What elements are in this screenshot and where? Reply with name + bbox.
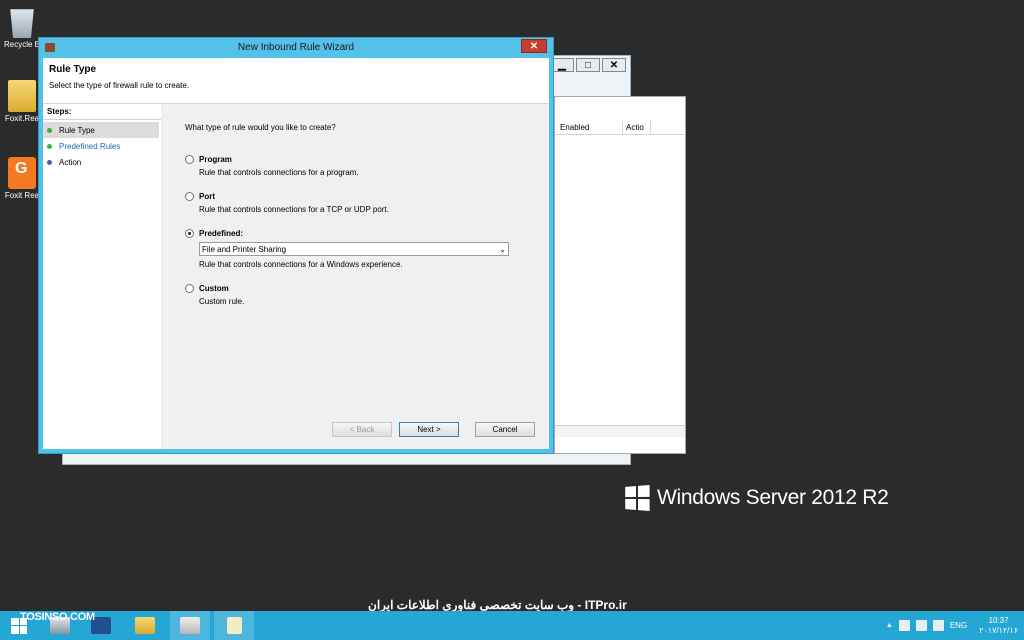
network-icon[interactable] (915, 620, 927, 631)
wizard-content: What type of rule would you like to crea… (161, 104, 549, 449)
taskbar-notepad[interactable] (214, 611, 254, 640)
header-subtitle: Select the type of firewall rule to crea… (49, 81, 190, 90)
title-bar[interactable]: New Inbound Rule Wizard ✕ (39, 38, 553, 58)
taskbar: ▲ ENG 10:37 ۲۰۱۷/۱۲/۱۶ (0, 611, 1024, 640)
horizontal-scrollbar[interactable] (555, 425, 685, 437)
step-label: Predefined Rules (59, 141, 121, 151)
desktop-icon-label: Recycle B (3, 40, 40, 49)
clock[interactable]: 10:37 ۲۰۱۷/۱۲/۱۶ (979, 616, 1018, 636)
taskbar-file-explorer[interactable] (125, 611, 165, 640)
branding-text: Windows Server 2012 R2 (657, 486, 889, 509)
next-button[interactable]: Next > (399, 422, 459, 437)
column-action[interactable]: Actio (623, 121, 651, 134)
step-rule-type[interactable]: Rule Type (43, 122, 159, 138)
header-title: Rule Type (49, 64, 97, 75)
dialog-title: New Inbound Rule Wizard (237, 42, 355, 53)
clock-time: 10:37 (988, 615, 1009, 625)
option-port[interactable]: Port Rule that controls connections for … (185, 192, 525, 214)
close-button[interactable]: ✕ (521, 39, 547, 53)
step-status-icon (47, 143, 52, 149)
radio-program[interactable] (185, 155, 194, 164)
option-description: Rule that controls connections for a TCP… (199, 205, 389, 214)
tray-overflow-icon[interactable]: ▲ (886, 622, 893, 629)
step-status-icon (47, 127, 52, 133)
radio-predefined[interactable] (185, 229, 194, 238)
desktop-icon-label: Foxit Rea (4, 191, 40, 200)
step-label: Rule Type (59, 125, 95, 135)
new-inbound-rule-wizard: New Inbound Rule Wizard ✕ Rule Type Sele… (38, 37, 554, 454)
option-label: Program (199, 155, 232, 164)
clock-date: ۲۰۱۷/۱۲/۱۶ (979, 625, 1018, 635)
tosinso-watermark: TOSINSO.COM (20, 611, 95, 623)
folder-icon (135, 617, 155, 634)
option-description: Custom rule. (199, 297, 245, 306)
desktop-icon-label: Foxit.Rea (4, 114, 40, 123)
predefined-rule-dropdown[interactable]: File and Printer Sharing ⌄ (199, 242, 509, 256)
step-status-icon (47, 159, 52, 165)
option-description: Rule that controls connections for a Win… (199, 260, 403, 269)
rules-list-pane: Enabled Actio (554, 96, 686, 454)
option-predefined[interactable]: Predefined: File and Printer Sharing ⌄ R… (185, 229, 525, 269)
back-button[interactable]: < Back (332, 422, 392, 437)
step-action[interactable]: Action (43, 154, 161, 170)
notepad-icon (226, 617, 242, 634)
option-label: Predefined: (199, 229, 244, 238)
flag-icon[interactable] (898, 620, 910, 631)
maximize-button[interactable]: □ (576, 58, 600, 72)
taskbar-firewall[interactable] (170, 611, 210, 640)
wizard-header: Rule Type Select the type of firewall ru… (43, 58, 549, 104)
question-text: What type of rule would you like to crea… (185, 123, 336, 132)
close-button[interactable]: ✕ (602, 58, 626, 72)
foxit-folder-icon[interactable]: Foxit.Rea (2, 80, 42, 123)
windows-logo-icon (625, 485, 650, 511)
language-indicator[interactable]: ENG (950, 621, 967, 630)
step-label: Action (59, 157, 82, 167)
windows-server-branding: Windows Server 2012 R2 (624, 485, 889, 511)
system-tray: ▲ ENG 10:37 ۲۰۱۷/۱۲/۱۶ (886, 611, 1018, 640)
recycle-bin-icon[interactable]: Recycle B (2, 6, 42, 49)
column-enabled[interactable]: Enabled (557, 121, 623, 134)
volume-icon[interactable] (932, 620, 944, 631)
cancel-button[interactable]: Cancel (475, 422, 535, 437)
step-predefined-rules[interactable]: Predefined Rules (43, 138, 161, 154)
steps-panel: Steps: Rule Type Predefined Rules Action (43, 104, 161, 449)
option-label: Port (199, 192, 215, 201)
radio-port[interactable] (185, 192, 194, 201)
option-description: Rule that controls connections for a pro… (199, 168, 359, 177)
radio-custom[interactable] (185, 284, 194, 293)
dropdown-value: File and Printer Sharing (202, 244, 287, 254)
steps-title: Steps: (43, 104, 161, 120)
dialog-client: Rule Type Select the type of firewall ru… (43, 58, 549, 449)
chevron-down-icon: ⌄ (499, 244, 506, 254)
foxit-reader-icon[interactable]: Foxit Rea (2, 157, 42, 200)
option-custom[interactable]: Custom Custom rule. (185, 284, 525, 306)
itpro-watermark: وب سایت تخصصی فناوری اطلاعات ایران - ITP… (368, 598, 627, 612)
option-program[interactable]: Program Rule that controls connections f… (185, 155, 525, 177)
option-label: Custom (199, 284, 229, 293)
trash-icon (10, 9, 34, 38)
firewall-icon (180, 617, 200, 634)
column-header-row: Enabled Actio (555, 121, 685, 135)
folder-icon (8, 80, 36, 112)
foxit-pdf-icon (8, 157, 36, 189)
window-controls: ▁ □ ✕ (550, 58, 626, 72)
wizard-buttons: < Back Next > Cancel (332, 422, 535, 437)
